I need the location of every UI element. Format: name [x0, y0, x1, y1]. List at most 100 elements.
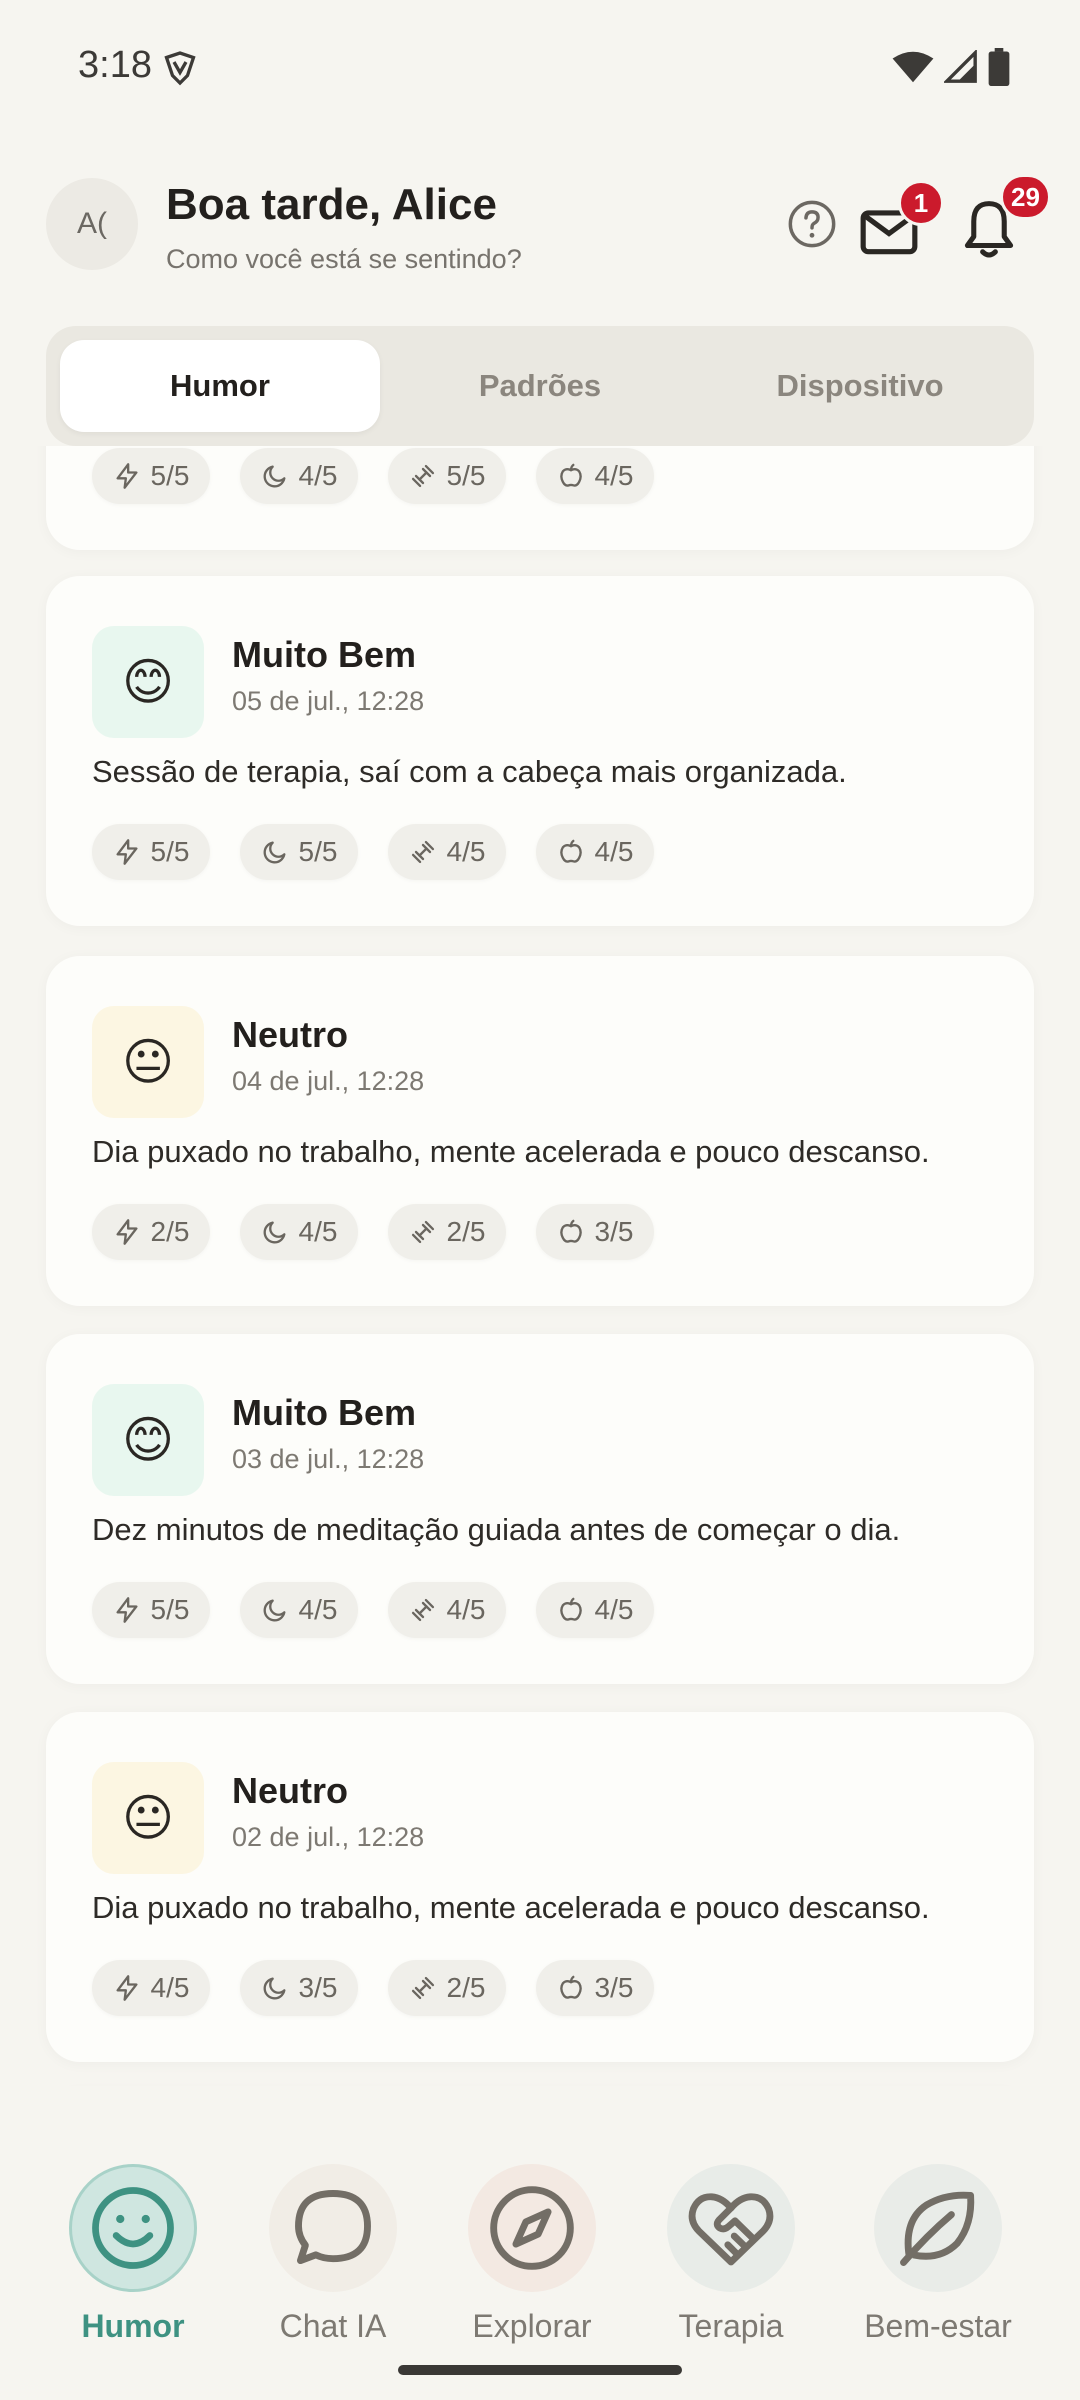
mood-label: Muito Bem: [232, 634, 416, 675]
home-indicator[interactable]: [398, 2365, 682, 2375]
tab-humor[interactable]: Humor: [60, 340, 380, 432]
mood-label: Neutro: [232, 1014, 348, 1055]
messages-button[interactable]: 1: [858, 180, 944, 258]
greeting-subtitle: Como você está se sentindo?: [166, 244, 522, 274]
status-time: 3:18: [78, 44, 152, 86]
apple-icon: [559, 1975, 582, 1999]
ratings-row: 5/5 4/5 4/5 4/5: [92, 1582, 654, 1638]
neutral-face-icon: 😐: [121, 1790, 175, 1846]
tab-padroes[interactable]: Padrões: [380, 340, 700, 432]
ratings-row: 4/5 3/5 2/5 3/5: [92, 1960, 654, 2016]
energy-rating: 2/5: [92, 1204, 210, 1260]
mood-entry-card[interactable]: 😊 Muito Bem 05 de jul., 12:28 Sessão de …: [46, 576, 1034, 926]
handshake-heart-icon: [688, 2193, 774, 2266]
lightning-icon: [116, 1219, 138, 1245]
battery-icon: [988, 48, 1010, 86]
mood-entry-card[interactable]: 😐 Neutro 02 de jul., 12:28 Dia puxado no…: [46, 1712, 1034, 2062]
mood-label: Neutro: [232, 1770, 348, 1811]
ratings-row: 5/5 4/5 5/5 4/5: [92, 448, 654, 504]
exercise-value: 4/5: [446, 836, 486, 867]
nutrition-rating: 4/5: [536, 824, 654, 880]
lightning-icon: [116, 839, 138, 865]
nutrition-rating: 4/5: [536, 448, 654, 504]
sleep-rating: 4/5: [240, 448, 358, 504]
nutrition-value: 4/5: [594, 836, 634, 867]
apple-icon: [559, 1597, 582, 1621]
moon-icon: [263, 1977, 286, 2000]
nav-label: Terapia: [678, 2308, 784, 2344]
mood-emoji-tile: 😊: [92, 626, 204, 738]
dumbbell-icon: [411, 1976, 434, 2000]
sleep-value: 3/5: [298, 1972, 338, 2003]
mood-entry-card[interactable]: 5/5 4/5 5/5 4/5: [46, 446, 1034, 550]
dumbbell-icon: [411, 840, 434, 864]
sleep-value: 5/5: [298, 836, 338, 867]
nav-label: Humor: [81, 2308, 185, 2344]
tab-dispositivo[interactable]: Dispositivo: [700, 340, 1020, 432]
dumbbell-icon: [411, 1220, 434, 1244]
nav-bem-estar[interactable]: Bem-estar: [838, 2164, 1038, 2364]
mood-emoji-tile: 😐: [92, 1006, 204, 1118]
exercise-rating: 4/5: [388, 824, 506, 880]
smiling-face-icon: 😊: [121, 654, 175, 710]
nutrition-rating: 3/5: [536, 1204, 654, 1260]
energy-value: 5/5: [150, 836, 190, 867]
avatar[interactable]: A(: [46, 178, 138, 270]
ratings-row: 5/5 5/5 4/5 4/5: [92, 824, 654, 880]
energy-rating: 5/5: [92, 824, 210, 880]
nav-chat-ia[interactable]: Chat IA: [233, 2164, 433, 2364]
neutral-face-icon: 😐: [121, 1034, 175, 1090]
entry-date: 03 de jul., 12:28: [232, 1444, 425, 1474]
mood-entry-card[interactable]: 😐 Neutro 04 de jul., 12:28 Dia puxado no…: [46, 956, 1034, 1306]
cell-signal-icon: [944, 50, 977, 83]
mood-entries-list[interactable]: 5/5 4/5 5/5 4/5 😊 Muito Bem 05 de jul., …: [0, 446, 1080, 2086]
nav-explorar[interactable]: Explorar: [432, 2164, 632, 2364]
leaf-icon: [900, 2191, 975, 2266]
sleep-value: 4/5: [298, 1216, 338, 1247]
lightning-icon: [116, 1597, 138, 1623]
energy-value: 5/5: [150, 1594, 190, 1625]
energy-value: 5/5: [150, 460, 190, 491]
nav-terapia[interactable]: Terapia: [631, 2164, 831, 2364]
nutrition-rating: 3/5: [536, 1960, 654, 2016]
entry-date: 04 de jul., 12:28: [232, 1066, 425, 1096]
nutrition-rating: 4/5: [536, 1582, 654, 1638]
notifications-button[interactable]: 29: [958, 174, 1051, 262]
entry-date: 05 de jul., 12:28: [232, 686, 425, 716]
moon-icon: [263, 1221, 286, 1244]
energy-rating: 5/5: [92, 448, 210, 504]
compass-icon: [490, 2186, 574, 2270]
bottom-navigation: Humor Chat IA Explorar Terapia Bem-estar: [0, 2124, 1080, 2400]
apple-icon: [559, 1219, 582, 1243]
exercise-value: 2/5: [446, 1972, 486, 2003]
energy-rating: 5/5: [92, 1582, 210, 1638]
vpn-shield-icon: [164, 51, 196, 86]
nutrition-value: 3/5: [594, 1216, 634, 1247]
notifications-badge: 29: [1000, 174, 1051, 220]
chat-bubble-icon: [295, 2190, 371, 2265]
nav-label: Explorar: [472, 2308, 592, 2344]
nav-label: Bem-estar: [864, 2308, 1012, 2344]
help-icon[interactable]: [786, 198, 838, 250]
wifi-icon: [892, 51, 934, 83]
mood-emoji-tile: 😐: [92, 1762, 204, 1874]
smile-icon: [92, 2187, 174, 2269]
moon-icon: [263, 1599, 286, 1622]
sleep-value: 4/5: [298, 1594, 338, 1625]
mood-entry-card[interactable]: 😊 Muito Bem 03 de jul., 12:28 Dez minuto…: [46, 1334, 1034, 1684]
status-bar: 3:18: [0, 0, 1080, 130]
exercise-rating: 2/5: [388, 1204, 506, 1260]
lightning-icon: [116, 463, 138, 489]
entry-note: Sessão de terapia, saí com a cabeça mais…: [92, 754, 847, 789]
mood-emoji-tile: 😊: [92, 1384, 204, 1496]
energy-value: 2/5: [150, 1216, 190, 1247]
tab-bar: Humor Padrões Dispositivo: [46, 326, 1034, 446]
nutrition-value: 3/5: [594, 1972, 634, 2003]
exercise-value: 2/5: [446, 1216, 486, 1247]
exercise-rating: 4/5: [388, 1582, 506, 1638]
energy-value: 4/5: [150, 1972, 190, 2003]
nav-humor[interactable]: Humor: [33, 2164, 233, 2364]
exercise-value: 4/5: [446, 1594, 486, 1625]
dumbbell-icon: [411, 1598, 434, 1622]
sleep-rating: 4/5: [240, 1204, 358, 1260]
